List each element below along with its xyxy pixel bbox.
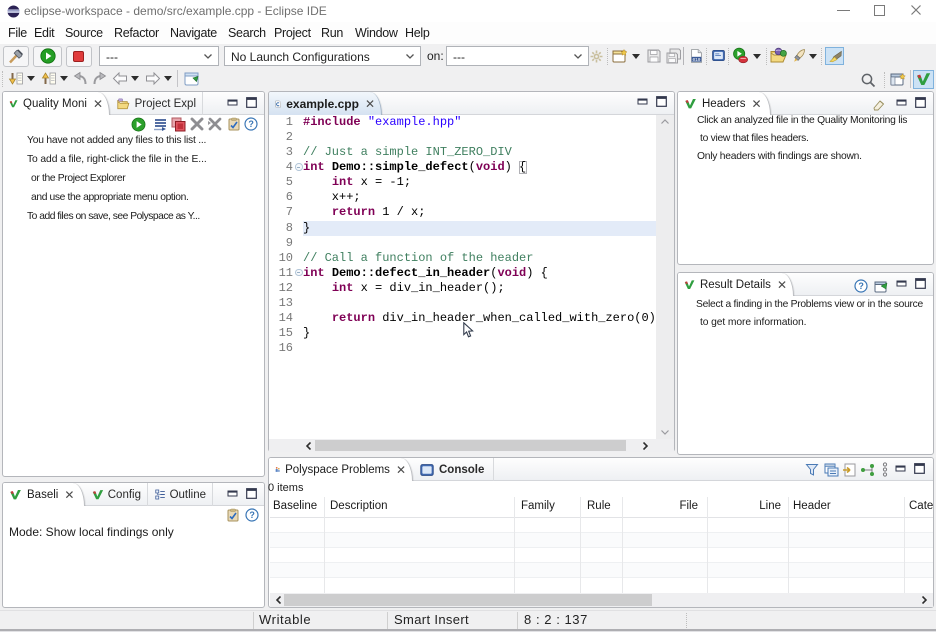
svg-text:010: 010 bbox=[692, 57, 700, 63]
svg-text:?: ? bbox=[248, 119, 254, 129]
svg-text:?: ? bbox=[858, 281, 864, 291]
svg-text:?: ? bbox=[249, 510, 255, 520]
